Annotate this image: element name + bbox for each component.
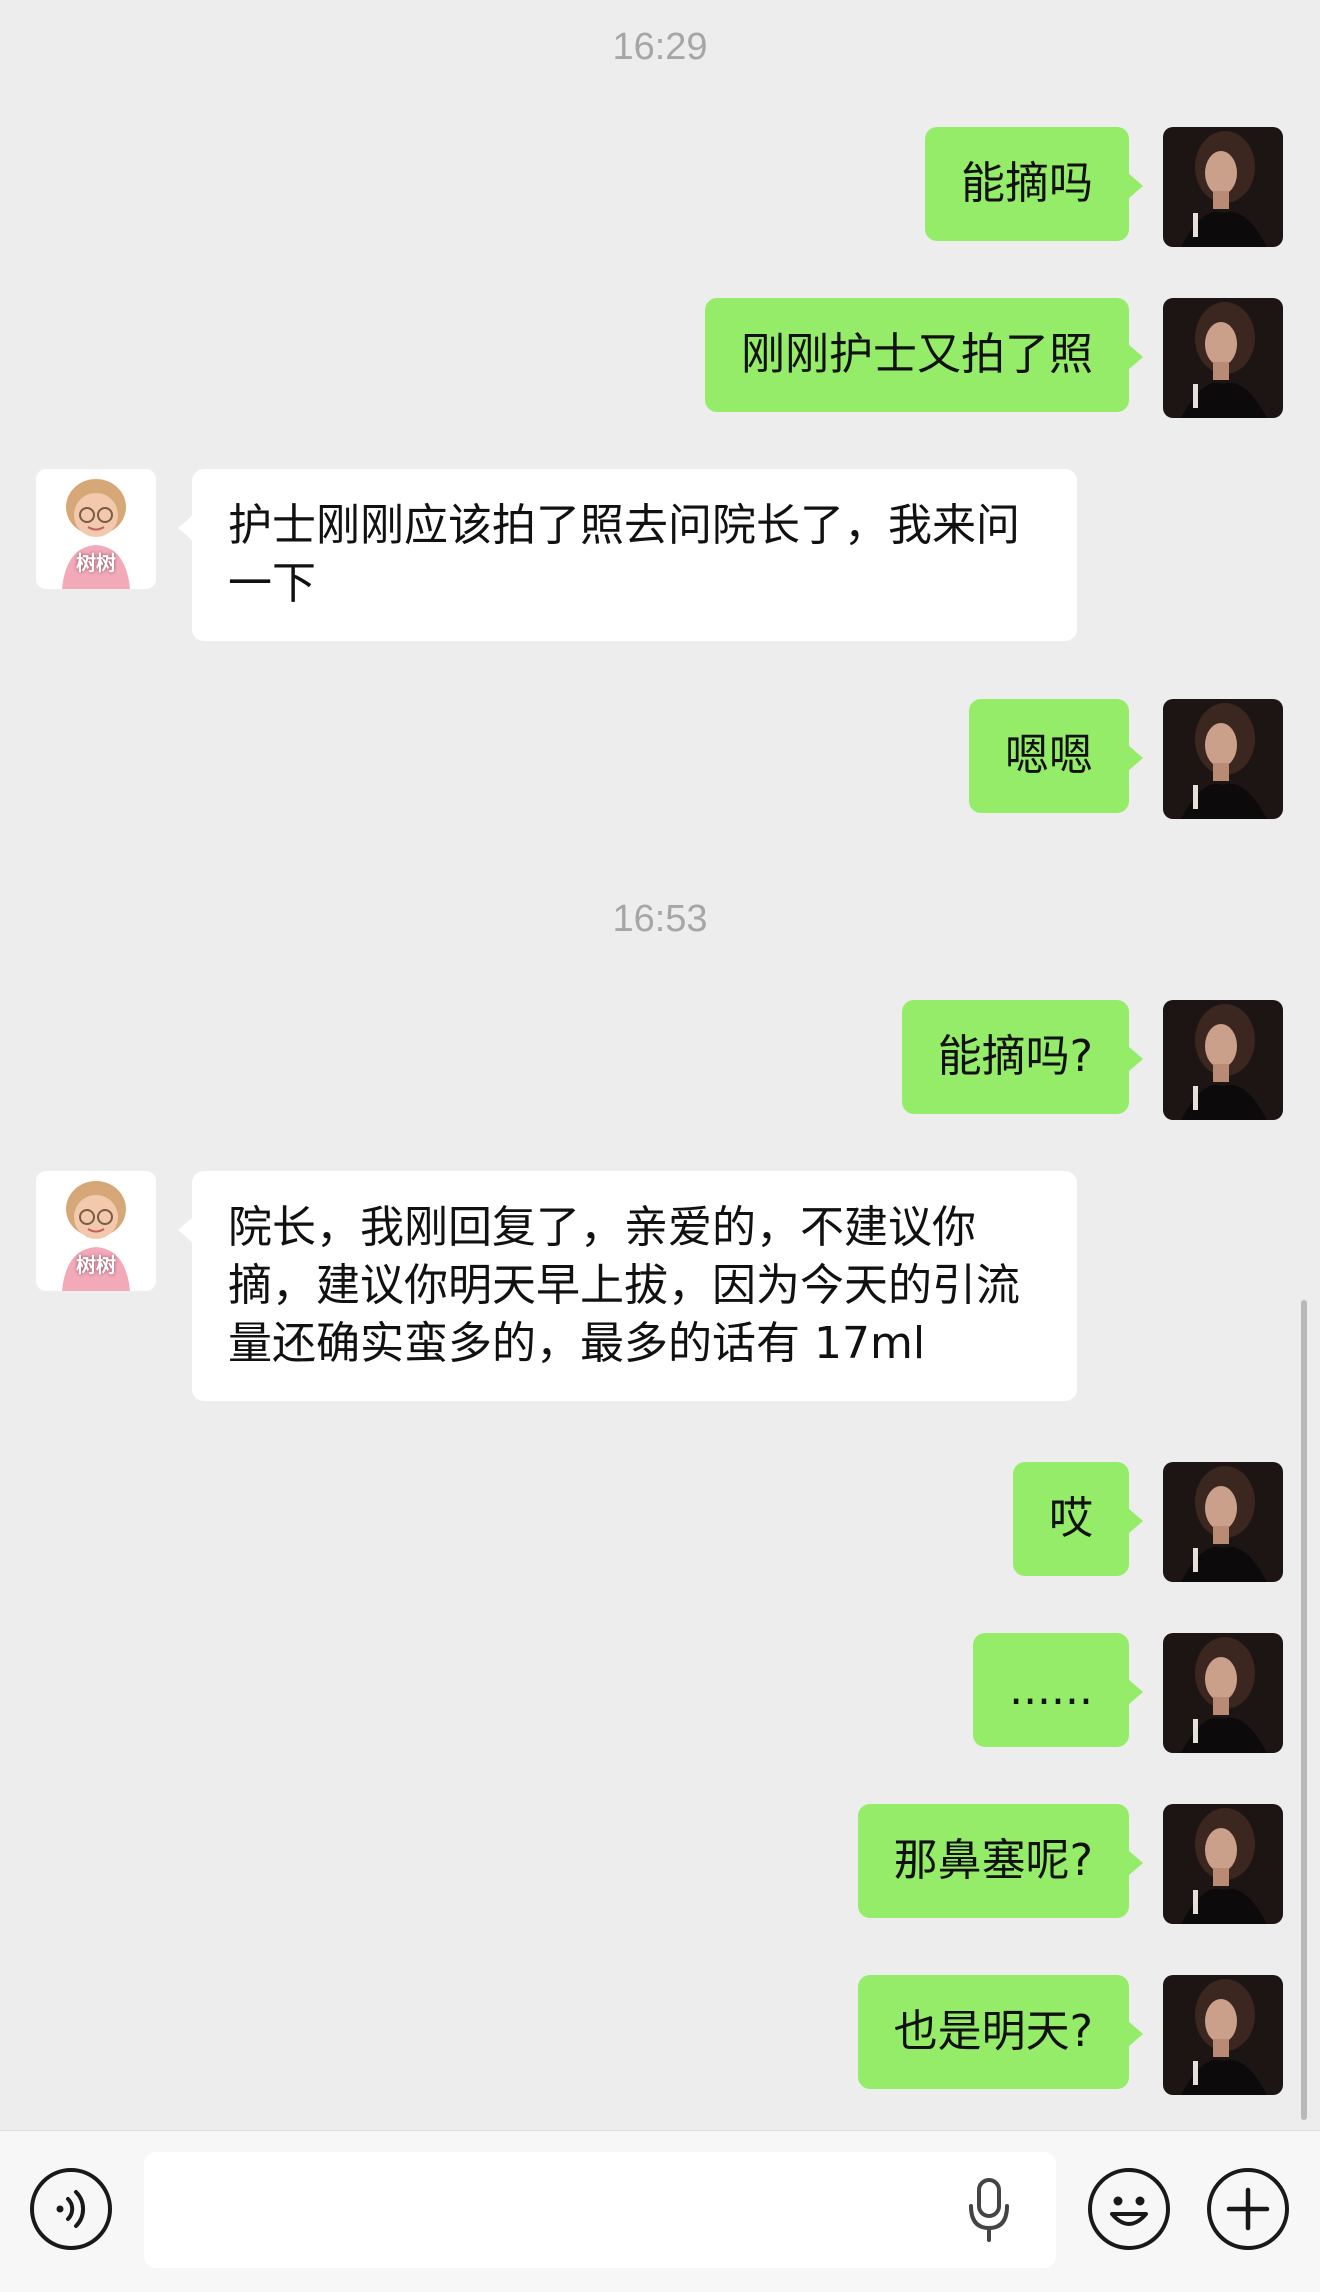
- my-avatar-photo-icon: [1163, 1633, 1283, 1753]
- my-avatar[interactable]: [1163, 1633, 1283, 1753]
- my-avatar[interactable]: [1163, 127, 1283, 247]
- emoji-button[interactable]: [1088, 2168, 1170, 2250]
- message-bubble-sent[interactable]: 嗯嗯: [969, 699, 1143, 813]
- my-avatar[interactable]: [1163, 699, 1283, 819]
- message-bubble-received[interactable]: 护士刚刚应该拍了照去问院长了，我来问一下: [178, 469, 1077, 641]
- avatar-label: 树树: [76, 1253, 116, 1277]
- emoji-icon: [1110, 2196, 1148, 2226]
- message-bubble-sent[interactable]: 也是明天?: [857, 1975, 1144, 2089]
- my-avatar-photo-icon: [1163, 1804, 1283, 1924]
- chat-message-list[interactable]: 16:29 能摘吗 刚刚护士又拍了照 树树 护士刚刚应该拍了照去问院长了，我来问…: [0, 0, 1320, 2130]
- my-avatar-photo-icon: [1163, 699, 1283, 819]
- my-avatar[interactable]: [1163, 1804, 1283, 1924]
- my-avatar-photo-icon: [1163, 1975, 1283, 2095]
- my-avatar-photo-icon: [1163, 1000, 1283, 1120]
- message-bubble-sent[interactable]: 能摘吗: [925, 127, 1143, 241]
- my-avatar[interactable]: [1163, 1975, 1283, 2095]
- my-avatar[interactable]: [1163, 1000, 1283, 1120]
- microphone-icon[interactable]: [964, 2176, 1014, 2246]
- message-bubble-sent[interactable]: 刚刚护士又拍了照: [705, 298, 1143, 412]
- contact-avatar[interactable]: 树树: [36, 469, 156, 589]
- my-avatar-photo-icon: [1163, 1462, 1283, 1582]
- message-text-input[interactable]: [144, 2152, 1056, 2268]
- timestamp: 16:53: [612, 898, 708, 940]
- my-avatar[interactable]: [1163, 298, 1283, 418]
- scrollbar[interactable]: [1301, 1300, 1307, 2120]
- message-bubble-sent[interactable]: 能摘吗?: [901, 1000, 1144, 1114]
- my-avatar[interactable]: [1163, 1462, 1283, 1582]
- message-bubble-sent[interactable]: 那鼻塞呢?: [857, 1804, 1144, 1918]
- voice-toggle-icon: [56, 2190, 86, 2228]
- contact-avatar[interactable]: 树树: [36, 1171, 156, 1291]
- message-bubble-sent[interactable]: 哎: [1013, 1462, 1143, 1576]
- message-bubble-sent[interactable]: ......: [973, 1633, 1143, 1747]
- timestamp: 16:29: [612, 26, 708, 68]
- message-bubble-received[interactable]: 院长，我刚回复了，亲爱的，不建议你摘，建议你明天早上拔，因为今天的引流量还确实蛮…: [178, 1171, 1077, 1401]
- avatar-label: 树树: [76, 551, 116, 575]
- more-options-button[interactable]: [1207, 2168, 1289, 2250]
- voice-toggle-button[interactable]: [30, 2168, 112, 2250]
- my-avatar-photo-icon: [1163, 298, 1283, 418]
- plus-icon: [1226, 2187, 1270, 2231]
- my-avatar-photo-icon: [1163, 127, 1283, 247]
